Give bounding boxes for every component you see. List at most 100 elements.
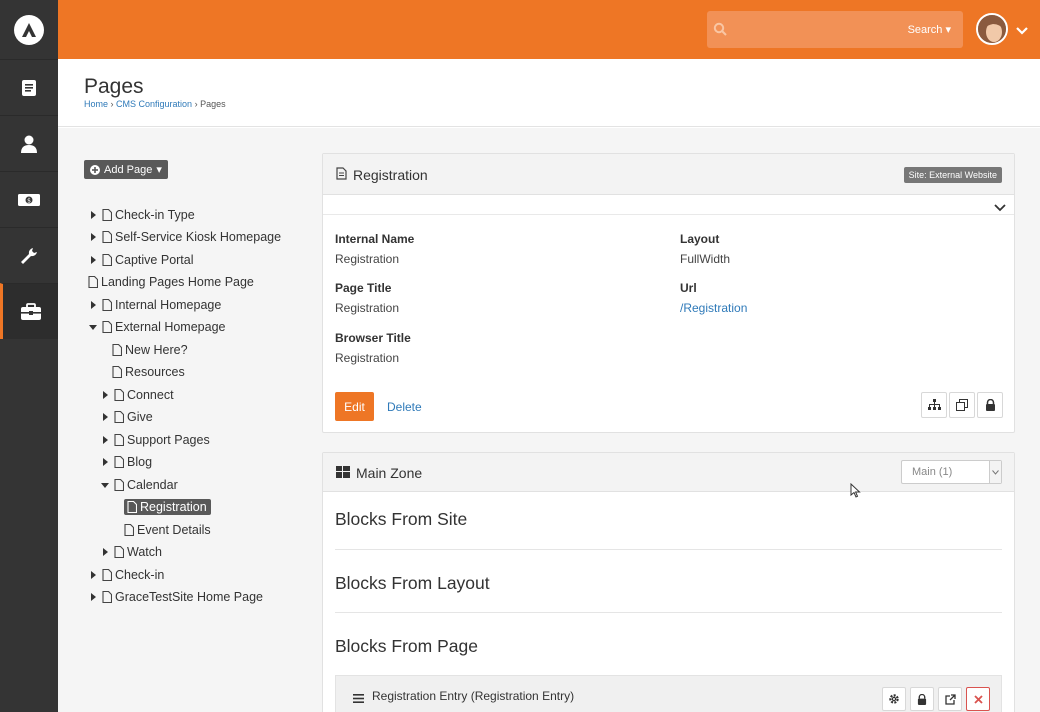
tree-item-label: Resources [125, 365, 185, 379]
tree-item[interactable]: Connect [100, 385, 174, 405]
breadcrumb-current: Pages [200, 99, 226, 109]
nav-tools-icon[interactable] [0, 227, 58, 283]
caret-right-icon[interactable] [88, 301, 98, 309]
nav-people-icon[interactable] [0, 115, 58, 171]
search-type-button[interactable]: Search ▾ [908, 23, 951, 36]
search-icon [713, 22, 727, 39]
tree-item[interactable]: Check-in [88, 565, 164, 585]
zone-select[interactable]: Main (1) [901, 460, 1002, 484]
tree-item-label: Self-Service Kiosk Homepage [115, 230, 282, 244]
mouse-cursor-icon [850, 483, 861, 498]
tree-item[interactable]: Internal Homepage [88, 295, 221, 315]
add-page-button[interactable]: Add Page ▾ [84, 160, 168, 179]
gear-icon [889, 694, 899, 704]
tree-item[interactable]: Self-Service Kiosk Homepage [88, 227, 281, 247]
caret-right-icon[interactable] [100, 391, 110, 399]
copy-page-button[interactable] [949, 392, 975, 418]
page-detail-header: Registration Site: External Website [323, 154, 1014, 195]
tree-item[interactable]: Registration [124, 497, 211, 517]
caret-down-icon[interactable] [100, 481, 110, 489]
caret-right-icon[interactable] [100, 458, 110, 466]
tree-item[interactable]: Support Pages [100, 430, 210, 450]
edit-button[interactable]: Edit [335, 392, 374, 421]
search-input[interactable]: Search ▾ [707, 11, 963, 48]
caret-right-icon[interactable] [100, 436, 110, 444]
details-collapse-toggle[interactable] [323, 195, 1014, 215]
caret-down-icon[interactable] [88, 323, 98, 331]
page-detail-panel: Registration Site: External Website Inte… [322, 153, 1015, 433]
layout-value: FullWidth [680, 252, 731, 266]
child-pages-button[interactable] [921, 392, 947, 418]
caret-right-icon[interactable] [88, 571, 98, 579]
url-label: Url [680, 281, 697, 295]
block-security-button[interactable] [910, 687, 934, 711]
plus-circle-icon [90, 164, 100, 175]
tree-item[interactable]: Give [100, 407, 153, 427]
left-navigation: $ [0, 0, 58, 712]
tree-item[interactable]: New Here? [112, 340, 188, 360]
chevron-down-icon[interactable] [994, 200, 1006, 215]
chevron-down-icon[interactable] [1016, 24, 1028, 39]
file-icon [114, 389, 124, 401]
security-button[interactable] [977, 392, 1003, 418]
file-icon [102, 254, 112, 266]
caret-right-icon[interactable] [88, 593, 98, 601]
avatar[interactable] [976, 13, 1008, 45]
tree-item[interactable]: Watch [100, 542, 162, 562]
tree-item[interactable]: Blog [100, 452, 152, 472]
tree-item[interactable]: Calendar [100, 475, 178, 495]
block-settings-button[interactable] [882, 687, 906, 711]
main-zone-panel: Main Zone Main (1) Blocks From Site Bloc… [322, 452, 1015, 712]
delete-button[interactable]: Delete [387, 400, 422, 414]
divider [335, 549, 1002, 550]
tree-item-label: Give [127, 410, 153, 424]
nav-finance-icon[interactable]: $ [0, 171, 58, 227]
zone-title: Main Zone [356, 465, 423, 481]
rock-logo-icon [14, 14, 44, 45]
breadcrumb-home[interactable]: Home [84, 99, 108, 109]
sitemap-icon [927, 399, 941, 410]
drag-handle-icon[interactable] [353, 691, 364, 706]
tree-item[interactable]: External Homepage [88, 317, 225, 337]
add-page-label: Add Page [104, 163, 153, 176]
tree-item[interactable]: Landing Pages Home Page [88, 272, 254, 292]
file-icon [102, 209, 112, 221]
url-link[interactable]: /Registration [680, 301, 747, 315]
tree-item[interactable]: Captive Portal [88, 250, 194, 270]
tree-item-label: Registration [140, 500, 207, 514]
svg-text:$: $ [27, 197, 31, 204]
tree-item-label: Blog [127, 455, 153, 469]
file-icon [114, 411, 124, 423]
block-row[interactable]: Registration Entry (Registration Entry) [335, 675, 1002, 712]
blocks-from-layout-heading: Blocks From Layout [335, 573, 490, 593]
file-icon [114, 546, 124, 558]
breadcrumb: Home › CMS Configuration › Pages [84, 99, 226, 109]
file-icon [102, 231, 112, 243]
page-detail-title: Registration [353, 167, 428, 183]
caret-right-icon[interactable] [100, 413, 110, 421]
caret-right-icon[interactable] [88, 256, 98, 264]
breadcrumb-cms-configuration[interactable]: CMS Configuration [116, 99, 192, 109]
nav-admin-icon[interactable] [0, 283, 58, 339]
browser-title-value: Registration [335, 351, 400, 365]
tree-item[interactable]: Resources [112, 362, 185, 382]
caret-down-icon: ▾ [156, 164, 162, 176]
file-icon [114, 434, 124, 446]
block-move-button[interactable] [938, 687, 962, 711]
divider [335, 612, 1002, 613]
tree-item-label: Event Details [137, 523, 211, 537]
nav-content-icon[interactable] [0, 59, 58, 115]
tree-item[interactable]: Event Details [124, 520, 211, 540]
file-icon [124, 524, 134, 536]
tree-item[interactable]: Check-in Type [88, 205, 195, 225]
block-delete-button[interactable] [966, 687, 990, 711]
page-header: Pages Home › CMS Configuration › Pages [58, 59, 1040, 127]
caret-right-icon[interactable] [88, 211, 98, 219]
rock-logo[interactable] [0, 0, 58, 59]
page-title-label: Page Title [335, 281, 392, 295]
grid-icon [336, 465, 350, 481]
tree-item[interactable]: GraceTestSite Home Page [88, 587, 263, 607]
file-icon [102, 299, 112, 311]
caret-right-icon[interactable] [100, 548, 110, 556]
caret-right-icon[interactable] [88, 233, 98, 241]
